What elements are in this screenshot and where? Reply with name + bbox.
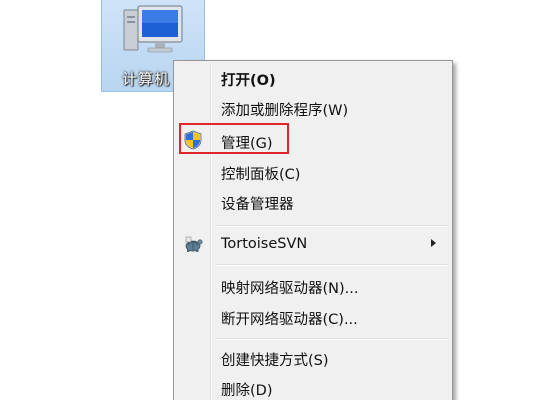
menu-item-add-remove-programs-label: 添加或删除程序(W) <box>221 103 349 119</box>
menu-item-map-network-drive-label: 映射网络驱动器(N)... <box>221 281 359 297</box>
menu-item-device-manager[interactable]: 设备管理器 <box>176 188 450 214</box>
uac-shield-icon <box>184 130 202 150</box>
menu-separator <box>216 225 449 227</box>
submenu-arrow-icon <box>431 239 436 247</box>
menu-item-control-panel[interactable]: 控制面板(C) <box>176 158 450 184</box>
menu-item-map-network-drive[interactable]: 映射网络驱动器(N)... <box>176 272 450 298</box>
menu-separator <box>216 264 449 266</box>
computer-icon <box>123 5 183 53</box>
tortoise-icon <box>185 236 203 252</box>
menu-item-delete-label: 删除(D) <box>221 383 273 399</box>
menu-item-disconnect-network-drive[interactable]: 断开网络驱动器(C)... <box>176 303 450 329</box>
menu-item-open-label: 打开(O) <box>221 73 276 89</box>
menu-item-delete[interactable]: 删除(D) <box>176 374 450 400</box>
menu-item-create-shortcut[interactable]: 创建快捷方式(S) <box>176 344 450 370</box>
menu-item-disconnect-network-drive-label: 断开网络驱动器(C)... <box>221 312 358 328</box>
desktop: 计算机 打开(O) 添加或删除程序(W) 管理(G) 控制面板(C) 设备管理器 <box>0 0 537 400</box>
menu-item-manage-label: 管理(G) <box>221 136 273 152</box>
context-menu: 打开(O) 添加或删除程序(W) 管理(G) 控制面板(C) 设备管理器 Tor… <box>173 60 453 400</box>
menu-separator <box>216 338 449 340</box>
menu-item-manage[interactable]: 管理(G) <box>176 127 450 153</box>
menu-item-add-remove-programs[interactable]: 添加或删除程序(W) <box>176 94 450 120</box>
menu-item-create-shortcut-label: 创建快捷方式(S) <box>221 353 329 369</box>
menu-item-device-manager-label: 设备管理器 <box>221 197 294 213</box>
menu-item-tortoisesvn-label: TortoiseSVN <box>221 236 308 252</box>
menu-item-tortoisesvn[interactable]: TortoiseSVN <box>176 231 450 257</box>
menu-item-open[interactable]: 打开(O) <box>176 64 450 90</box>
computer-icon-label: 计算机 <box>122 70 171 88</box>
menu-item-control-panel-label: 控制面板(C) <box>221 167 301 183</box>
